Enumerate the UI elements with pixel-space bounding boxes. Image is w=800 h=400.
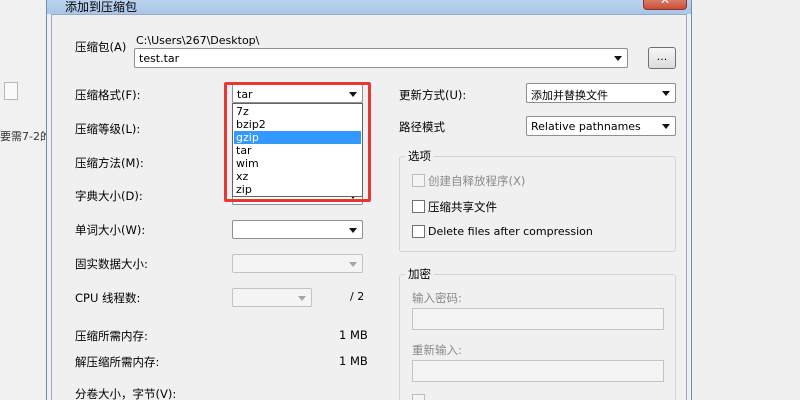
update-label: 更新方式(U):	[399, 88, 467, 102]
update-select-value: 添加并替换文件	[531, 89, 608, 102]
options-group-title: 选项	[405, 148, 434, 164]
shared-label: 压缩共享文件	[428, 200, 497, 214]
pathmode-label: 路径模式	[399, 120, 445, 134]
background-file-icon	[4, 82, 18, 100]
archive-label: 压缩包(A)	[75, 40, 127, 54]
browse-button[interactable]: ...	[648, 47, 676, 69]
chevron-down-icon	[349, 262, 357, 267]
show-password-checkbox[interactable]	[412, 394, 425, 400]
background-text: 要需7-2的	[0, 130, 46, 143]
close-button[interactable]: ✕	[643, 0, 687, 10]
mem-decompress-label: 解压缩所需内存:	[75, 355, 160, 369]
cpu-label: CPU 线程数:	[75, 291, 141, 305]
delete-checkbox[interactable]	[412, 225, 425, 238]
reenter-password-input[interactable]	[412, 360, 664, 382]
solid-select[interactable]	[232, 254, 363, 273]
annotation-highlight-box	[224, 82, 371, 202]
encryption-group-title: 加密	[405, 266, 434, 282]
background-left: 要需7-2的	[0, 0, 46, 400]
cpu-select[interactable]	[232, 288, 312, 307]
password-label: 输入密码:	[412, 291, 462, 305]
chevron-down-icon	[298, 296, 306, 301]
password-input[interactable]	[412, 308, 664, 330]
chevron-down-icon[interactable]	[614, 56, 622, 61]
pathmode-select-value: Relative pathnames	[531, 120, 641, 133]
word-label: 单词大小(W):	[75, 223, 146, 237]
format-label: 压缩格式(F):	[75, 88, 141, 102]
chevron-down-icon[interactable]	[662, 124, 670, 129]
solid-label: 固实数据大小:	[75, 257, 148, 271]
mem-compress-label: 压缩所需内存:	[75, 329, 148, 343]
update-select[interactable]: 添加并替换文件	[526, 83, 676, 103]
mem-decompress-value: 1 MB	[339, 354, 368, 368]
title-bar[interactable]: 添加到压缩包 ✕	[47, 0, 691, 14]
sfx-checkbox[interactable]	[412, 174, 425, 187]
archive-filename-value: test.tar	[139, 52, 180, 65]
archive-filename-combo[interactable]: test.tar	[134, 48, 628, 68]
mem-compress-value: 1 MB	[339, 328, 368, 342]
dict-label: 字典大小(D):	[75, 189, 143, 203]
word-select[interactable]	[232, 220, 363, 239]
volume-label: 分卷大小，字节(V):	[75, 387, 177, 400]
level-label: 压缩等级(L):	[75, 122, 141, 136]
background-right	[692, 0, 800, 400]
pathmode-select[interactable]: Relative pathnames	[526, 116, 676, 136]
window-title: 添加到压缩包	[65, 0, 138, 14]
shared-checkbox[interactable]	[412, 200, 425, 213]
chevron-down-icon[interactable]	[662, 91, 670, 96]
delete-label: Delete files after compression	[428, 225, 593, 238]
archive-path: C:\Users\267\Desktop\	[136, 34, 260, 47]
cpu-max-label: / 2	[350, 290, 365, 303]
method-label: 压缩方法(M):	[75, 156, 144, 170]
reenter-label: 重新输入:	[412, 343, 462, 357]
chevron-down-icon[interactable]	[349, 228, 357, 233]
sfx-label: 创建自释放程序(X)	[428, 174, 526, 188]
close-icon: ✕	[659, 0, 671, 7]
